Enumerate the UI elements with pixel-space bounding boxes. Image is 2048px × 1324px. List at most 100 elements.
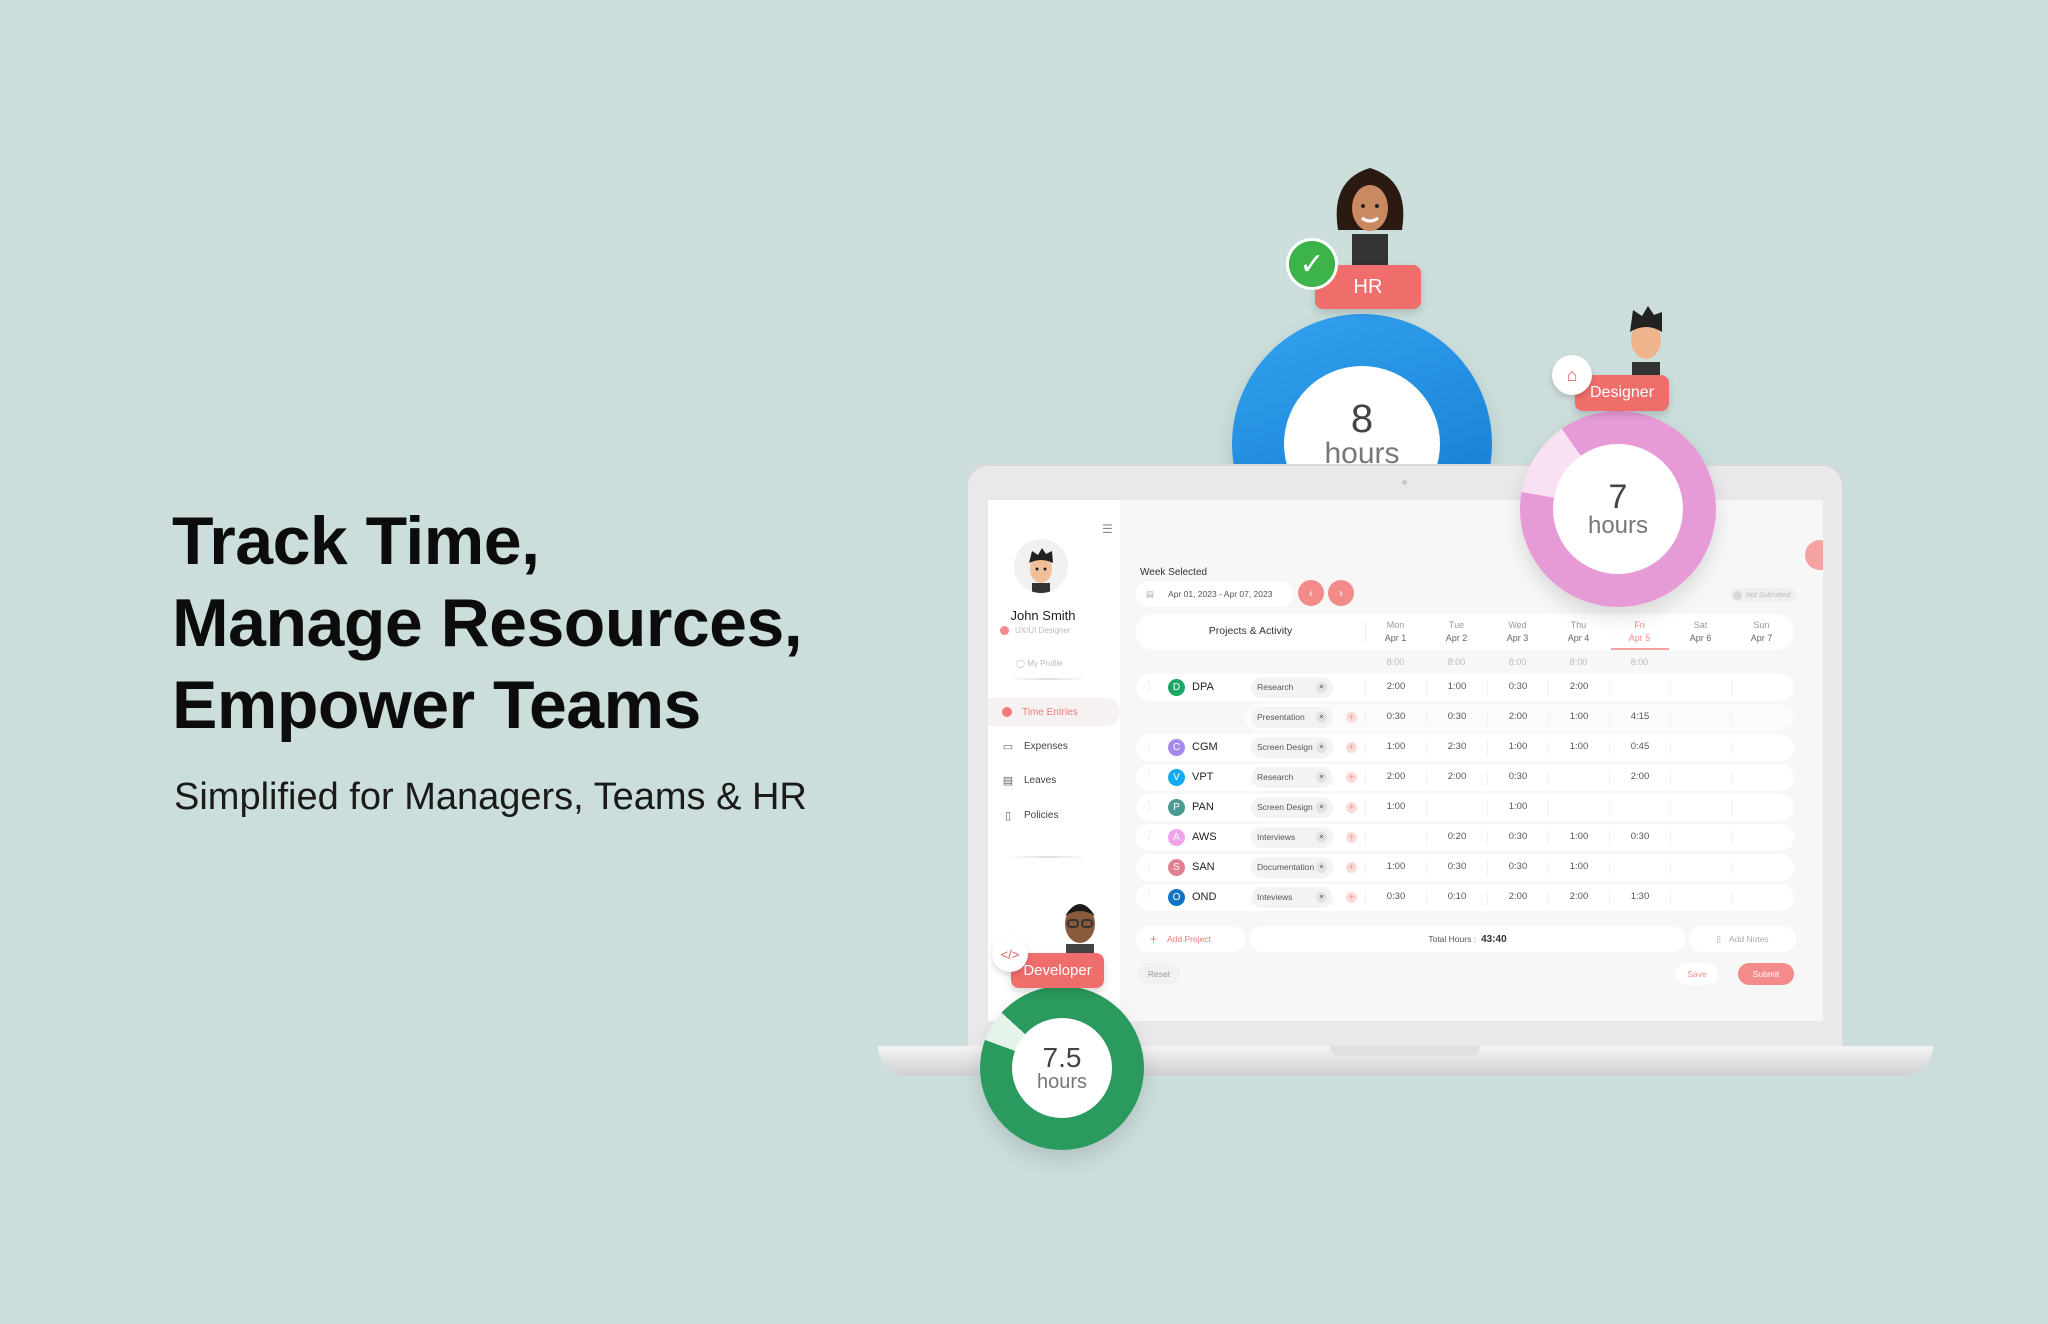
hours-cell[interactable]: 1:00	[1487, 801, 1548, 815]
hours-cell[interactable]	[1670, 891, 1731, 905]
hours-cell[interactable]	[1731, 711, 1792, 725]
add-activity-button[interactable]: +	[1346, 862, 1357, 873]
hours-cell[interactable]: 1:00	[1548, 831, 1609, 845]
hours-cell[interactable]	[1731, 831, 1792, 845]
submit-button[interactable]: Submit	[1738, 963, 1794, 985]
activity-chip[interactable]: Interviews ×	[1251, 827, 1333, 848]
remove-activity-icon[interactable]: ×	[1316, 802, 1327, 813]
add-activity-button[interactable]: +	[1346, 802, 1357, 813]
hours-cell[interactable]	[1609, 681, 1670, 695]
hours-cell[interactable]	[1670, 711, 1731, 725]
menu-icon[interactable]: ☰	[1102, 522, 1113, 536]
activity-chip[interactable]: Documentation ×	[1251, 857, 1333, 878]
activity-chip[interactable]: Research ×	[1251, 677, 1333, 698]
drag-handle-icon[interactable]: ⋮	[1144, 740, 1154, 751]
hours-cell[interactable]	[1731, 861, 1792, 875]
hours-cell[interactable]: 2:00	[1365, 771, 1426, 785]
remove-activity-icon[interactable]: ×	[1316, 742, 1327, 753]
my-profile-link[interactable]: ◯ My Profile	[1016, 659, 1063, 668]
add-notes-button[interactable]: ▯ Add Notes	[1689, 926, 1796, 952]
save-button[interactable]: Save	[1676, 963, 1718, 985]
drag-handle-icon[interactable]: ⋮	[1144, 680, 1154, 691]
hours-cell[interactable]	[1548, 771, 1609, 785]
hours-cell[interactable]: 0:30	[1487, 861, 1548, 875]
hours-cell[interactable]: 4:15	[1609, 711, 1670, 725]
hours-cell[interactable]: 0:45	[1609, 741, 1670, 755]
add-activity-button[interactable]: +	[1346, 772, 1357, 783]
remove-activity-icon[interactable]: ×	[1316, 682, 1327, 693]
hours-cell[interactable]: 1:30	[1609, 891, 1670, 905]
hours-cell[interactable]: 2:00	[1426, 771, 1487, 785]
activity-chip[interactable]: Research ×	[1251, 767, 1333, 788]
hours-cell[interactable]: 1:00	[1365, 741, 1426, 755]
hours-cell[interactable]	[1731, 801, 1792, 815]
hours-cell[interactable]: 0:20	[1426, 831, 1487, 845]
add-activity-button[interactable]: +	[1346, 742, 1357, 753]
hours-cell[interactable]: 2:00	[1487, 891, 1548, 905]
add-activity-button[interactable]: +	[1346, 892, 1357, 903]
hours-cell[interactable]: 1:00	[1548, 711, 1609, 725]
reset-button[interactable]: Reset	[1138, 963, 1180, 985]
remove-activity-icon[interactable]: ×	[1316, 832, 1327, 843]
activity-chip[interactable]: Screen Design ×	[1251, 797, 1333, 818]
hours-cell[interactable]	[1609, 801, 1670, 815]
hours-cell[interactable]: 0:30	[1426, 711, 1487, 725]
hours-cell[interactable]: 2:00	[1548, 891, 1609, 905]
hours-cell[interactable]: 1:00	[1548, 861, 1609, 875]
hours-cell[interactable]	[1670, 831, 1731, 845]
week-date-picker[interactable]: ▤ Apr 01, 2023 - Apr 07, 2023	[1136, 581, 1293, 607]
hours-cell[interactable]: 2:00	[1548, 681, 1609, 695]
activity-chip[interactable]: Presentation ×	[1251, 707, 1333, 728]
hours-cell[interactable]: 1:00	[1487, 741, 1548, 755]
hours-cell[interactable]: 1:00	[1426, 681, 1487, 695]
remove-activity-icon[interactable]: ×	[1316, 892, 1327, 903]
add-activity-button[interactable]: +	[1346, 712, 1357, 723]
hours-cell[interactable]: 0:30	[1487, 831, 1548, 845]
hours-cell[interactable]	[1670, 681, 1731, 695]
hours-cell[interactable]	[1670, 861, 1731, 875]
hours-cell[interactable]	[1426, 801, 1487, 815]
drag-handle-icon[interactable]: ⋮	[1144, 770, 1154, 781]
activity-chip[interactable]: Screen Design ×	[1251, 737, 1333, 758]
drag-handle-icon[interactable]: ⋮	[1144, 860, 1154, 871]
hours-cell[interactable]	[1548, 801, 1609, 815]
sidebar-item-leaves[interactable]: ▤ Leaves	[988, 766, 1120, 794]
prev-week-button[interactable]: ‹	[1298, 580, 1324, 606]
hours-cell[interactable]	[1731, 771, 1792, 785]
hours-cell[interactable]	[1731, 891, 1792, 905]
hours-cell[interactable]: 1:00	[1365, 801, 1426, 815]
hours-cell[interactable]: 0:30	[1487, 681, 1548, 695]
hours-cell[interactable]: 0:30	[1426, 861, 1487, 875]
drag-handle-icon[interactable]: ⋮	[1144, 800, 1154, 811]
remove-activity-icon[interactable]: ×	[1316, 712, 1327, 723]
hours-cell[interactable]	[1365, 831, 1426, 845]
hours-cell[interactable]: 0:30	[1487, 771, 1548, 785]
hours-cell[interactable]: 2:30	[1426, 741, 1487, 755]
hours-cell[interactable]: 2:00	[1365, 681, 1426, 695]
sidebar-item-policies[interactable]: ▯ Policies	[988, 801, 1120, 829]
drag-handle-icon[interactable]: ⋮	[1144, 830, 1154, 841]
hours-cell[interactable]: 0:10	[1426, 891, 1487, 905]
hours-cell[interactable]	[1670, 741, 1731, 755]
sidebar-item-expenses[interactable]: ▭ Expenses	[988, 732, 1120, 760]
hours-cell[interactable]	[1670, 801, 1731, 815]
hours-cell[interactable]	[1670, 771, 1731, 785]
drag-handle-icon[interactable]: ⋮	[1144, 890, 1154, 901]
activity-chip[interactable]: Inteviews ×	[1251, 887, 1333, 908]
add-project-button[interactable]: + Add Project	[1136, 926, 1245, 952]
hours-cell[interactable]: 0:30	[1609, 831, 1670, 845]
hours-cell[interactable]: 1:00	[1548, 741, 1609, 755]
sidebar-item-time-entries[interactable]: Time Entries	[988, 698, 1120, 726]
remove-activity-icon[interactable]: ×	[1316, 772, 1327, 783]
remove-activity-icon[interactable]: ×	[1316, 862, 1327, 873]
hours-cell[interactable]: 0:30	[1365, 711, 1426, 725]
add-activity-button[interactable]: +	[1346, 832, 1357, 843]
hours-cell[interactable]	[1731, 741, 1792, 755]
hours-cell[interactable]: 2:00	[1609, 771, 1670, 785]
next-week-button[interactable]: ›	[1328, 580, 1354, 606]
hours-cell[interactable]	[1609, 861, 1670, 875]
floating-action-button[interactable]	[1805, 540, 1823, 570]
hours-cell[interactable]: 2:00	[1487, 711, 1548, 725]
hours-cell[interactable]: 0:30	[1365, 891, 1426, 905]
hours-cell[interactable]: 1:00	[1365, 861, 1426, 875]
